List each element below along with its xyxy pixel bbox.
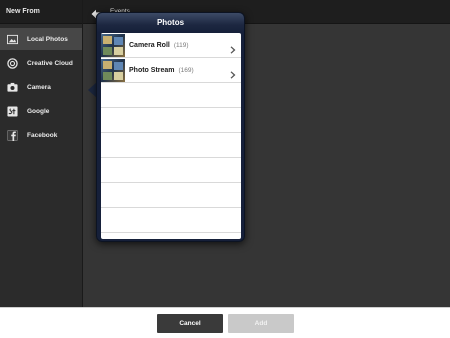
chevron-right-icon [230, 66, 236, 79]
sidebar-item-local-photos[interactable]: Local Photos [0, 28, 82, 50]
creative-cloud-icon [7, 57, 18, 69]
empty-row [101, 183, 241, 208]
album-name: Camera Roll [129, 42, 170, 49]
empty-row [101, 108, 241, 133]
google-icon [7, 105, 18, 117]
album-thumbnail [101, 34, 125, 57]
sidebar-title: New From [0, 0, 82, 24]
empty-row [101, 83, 241, 108]
album-row-photo-stream[interactable]: Photo Stream (169) [101, 58, 241, 83]
sidebar-item-label: Facebook [27, 131, 58, 139]
album-count: (169) [178, 67, 194, 74]
sidebar-item-label: Creative Cloud [27, 59, 73, 67]
sidebar-item-creative-cloud[interactable]: Creative Cloud [0, 52, 82, 74]
photos-popover: Photos Camera Roll (119) Photo Stream (169… [96, 12, 245, 242]
album-name: Photo Stream [129, 67, 175, 74]
sidebar-item-label: Google [27, 107, 50, 115]
sidebar-item-label: Camera [27, 83, 51, 91]
empty-row [101, 133, 241, 158]
image-icon [7, 34, 18, 45]
empty-row [101, 208, 241, 233]
album-count: (119) [173, 42, 189, 49]
add-button[interactable]: Add [228, 314, 294, 333]
chevron-right-icon [230, 41, 236, 54]
cancel-button[interactable]: Cancel [157, 314, 223, 333]
album-row-camera-roll[interactable]: Camera Roll (119) [101, 33, 241, 58]
sidebar-item-camera[interactable]: Camera [0, 76, 82, 98]
facebook-icon [7, 129, 18, 141]
popover-title: Photos [156, 18, 185, 27]
action-bar: Cancel Add [0, 307, 450, 338]
source-sidebar: New From Local Photos Creative Cloud Cam… [0, 0, 82, 307]
camera-icon [7, 82, 18, 93]
sidebar-item-label: Local Photos [27, 35, 68, 43]
sidebar-item-facebook[interactable]: Facebook [0, 124, 82, 146]
album-list: Camera Roll (119) Photo Stream (169) [101, 33, 241, 239]
empty-row [101, 158, 241, 183]
sidebar-item-google[interactable]: Google [0, 100, 82, 122]
album-thumbnail [101, 59, 125, 82]
